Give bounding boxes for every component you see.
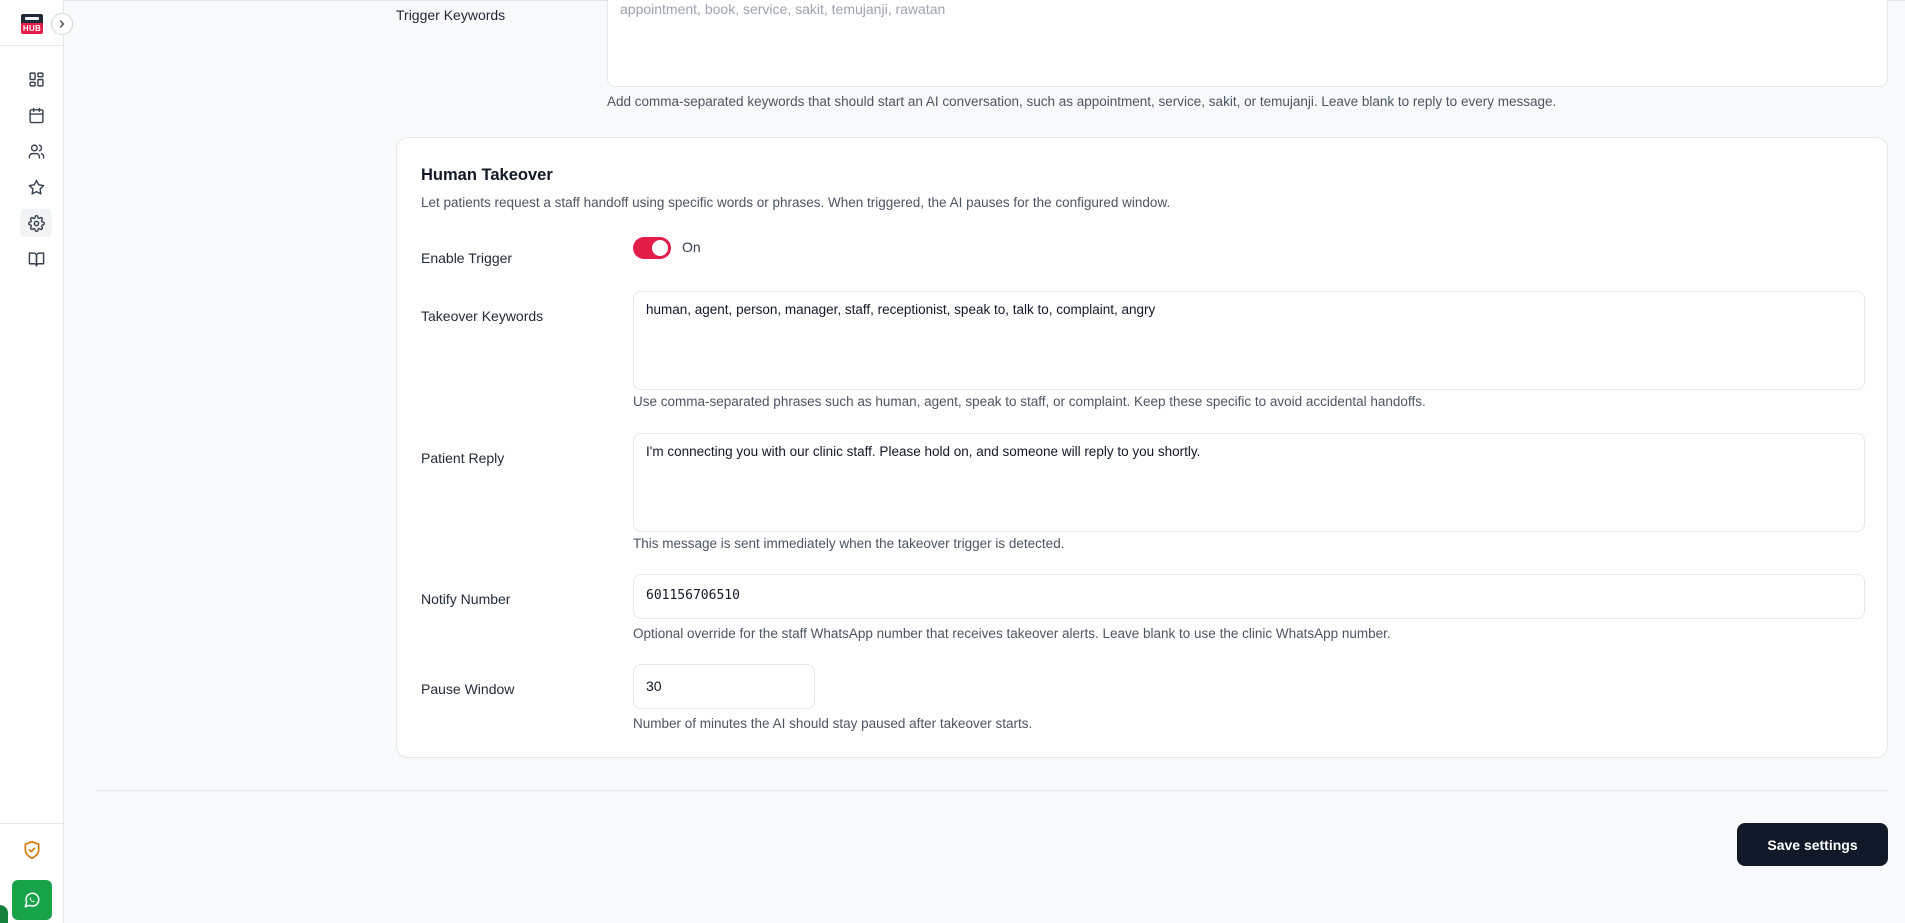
corner-decoration <box>0 905 8 923</box>
sidebar-item-docs[interactable] <box>20 245 52 273</box>
trigger-keywords-value: appointment, book, service, sakit, temuj… <box>620 1 946 17</box>
dashboard-icon <box>28 71 44 87</box>
trigger-keywords-input[interactable]: appointment, book, service, sakit, temuj… <box>607 0 1888 87</box>
pause-window-input[interactable]: 30 <box>633 664 815 709</box>
notify-number-value: 601156706510 <box>646 588 740 603</box>
gear-icon <box>27 214 45 232</box>
footer-divider <box>97 790 1888 791</box>
enable-trigger-toggle[interactable] <box>633 237 671 259</box>
patient-reply-value: I'm connecting you with our clinic staff… <box>646 444 1201 459</box>
card-title: Human Takeover <box>421 166 553 184</box>
book-icon <box>28 251 44 267</box>
card-description: Let patients request a staff handoff usi… <box>421 195 1171 210</box>
notify-number-label: Notify Number <box>421 591 511 607</box>
takeover-keywords-input[interactable]: human, agent, person, manager, staff, re… <box>633 291 1865 390</box>
whatsapp-button[interactable] <box>12 880 52 920</box>
calendar-icon <box>28 107 44 123</box>
enable-trigger-label: Enable Trigger <box>421 250 513 266</box>
sidebar-item-dashboard[interactable] <box>20 65 52 93</box>
logo-text: HUB <box>21 23 43 34</box>
sidebar: HUB <box>0 0 64 923</box>
patient-reply-input[interactable]: I'm connecting you with our clinic staff… <box>633 433 1865 532</box>
save-settings-button[interactable]: Save settings <box>1737 823 1888 866</box>
human-takeover-card: Human Takeover Let patients request a st… <box>396 137 1888 758</box>
takeover-keywords-help: Use comma-separated phrases such as huma… <box>633 394 1426 409</box>
patient-reply-label: Patient Reply <box>421 450 505 466</box>
patient-reply-help: This message is sent immediately when th… <box>633 536 1065 551</box>
sidebar-item-users[interactable] <box>20 137 52 165</box>
sidebar-item-favorites[interactable] <box>20 173 52 201</box>
pause-window-value: 30 <box>646 678 662 694</box>
sidebar-item-settings[interactable] <box>20 209 52 237</box>
sidebar-toggle-button[interactable] <box>51 13 73 35</box>
notify-number-input[interactable]: 601156706510 <box>633 574 1865 619</box>
sidebar-bottom-divider <box>0 823 63 824</box>
chevron-right-icon <box>59 20 65 28</box>
pause-window-label: Pause Window <box>421 681 515 697</box>
whatsapp-icon <box>24 892 40 908</box>
notify-number-help: Optional override for the staff WhatsApp… <box>633 626 1391 641</box>
star-icon <box>28 179 44 195</box>
app-logo[interactable]: HUB <box>21 14 43 34</box>
users-icon <box>28 143 44 159</box>
trigger-keywords-label: Trigger Keywords <box>396 7 506 23</box>
trigger-keywords-help: Add comma-separated keywords that should… <box>607 94 1557 109</box>
pause-window-help: Number of minutes the AI should stay pau… <box>633 716 1033 731</box>
takeover-keywords-label: Takeover Keywords <box>421 308 544 324</box>
takeover-keywords-value: human, agent, person, manager, staff, re… <box>646 302 1156 317</box>
shield-check-icon[interactable] <box>22 840 42 860</box>
sidebar-item-calendar[interactable] <box>20 101 52 129</box>
enable-trigger-state: On <box>682 239 701 255</box>
sidebar-divider <box>0 45 63 46</box>
